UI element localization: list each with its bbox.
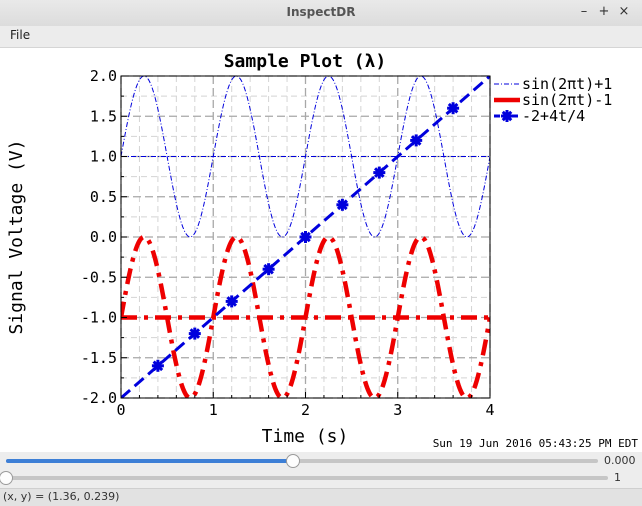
y-tick-label: -1.0 xyxy=(81,309,117,327)
time-slider-fill xyxy=(6,459,294,463)
series-linear-marker xyxy=(447,102,460,115)
y-tick-label: 1.0 xyxy=(90,148,117,166)
y-tick-label: 1.5 xyxy=(90,107,117,125)
y-tick-label: -2.0 xyxy=(81,389,117,407)
title-bar: InspectDR – + × xyxy=(0,0,642,27)
series-linear-marker xyxy=(151,359,164,372)
y-tick-label: -1.5 xyxy=(81,349,117,367)
y-axis-label: Signal Voltage (V) xyxy=(6,139,27,334)
legend-label: -2+4t/4 xyxy=(522,107,585,125)
y-tick-label: 2.0 xyxy=(90,67,117,85)
y-tick-label: -0.5 xyxy=(81,268,117,286)
series-linear-marker xyxy=(336,198,349,211)
time-slider-track[interactable] xyxy=(6,459,598,463)
x-tick-label: 0 xyxy=(116,401,125,419)
cursor-coordinates: (x, y) = (1.36, 0.239) xyxy=(3,490,120,503)
legend: sin(2πt)+1sin(2πt)-1-2+4t/4 xyxy=(494,75,612,125)
time-slider-handle[interactable] xyxy=(286,454,301,468)
menu-file[interactable]: File xyxy=(10,28,30,42)
x-tick-label: 3 xyxy=(393,401,402,419)
x-tick-label: 2 xyxy=(301,401,310,419)
series-linear-marker xyxy=(225,295,238,308)
x-tick-label: 4 xyxy=(485,401,494,419)
time-slider-value: 0.000 xyxy=(604,454,636,467)
scale-slider-handle[interactable] xyxy=(0,471,13,485)
series-linear-marker xyxy=(299,231,312,243)
series-linear-marker xyxy=(373,166,386,179)
legend-marker-linear xyxy=(501,110,513,122)
plot-timestamp: Sun 19 Jun 2016 05:43:25 PM EDT xyxy=(433,437,639,450)
maximize-button[interactable]: + xyxy=(595,3,613,21)
series-linear-marker xyxy=(188,327,201,340)
plot-area[interactable]: 0 1 2 3 4 -2.0 -1.5 -1.0 -0.5 0.0 0.5 1.0 1.5 2.0 Sam… xyxy=(0,48,642,453)
control-panel: 0.000 1 xyxy=(0,452,642,488)
x-axis-label: Time (s) xyxy=(262,426,349,447)
menu-bar: File xyxy=(0,26,642,48)
chart-title: Sample Plot (λ) xyxy=(224,51,387,72)
status-bar: (x, y) = (1.36, 0.239) xyxy=(0,488,642,506)
series-linear-marker xyxy=(410,134,423,147)
window-title: InspectDR xyxy=(286,5,356,19)
y-tick-label: 0.0 xyxy=(90,228,117,246)
chart[interactable]: 0 1 2 3 4 -2.0 -1.5 -1.0 -0.5 0.0 0.5 1.0 1.5 2.0 Sam… xyxy=(0,48,642,453)
close-button[interactable]: × xyxy=(615,3,633,21)
scale-slider-track[interactable] xyxy=(6,476,608,480)
series-linear-marker xyxy=(262,263,275,276)
x-tick-label: 1 xyxy=(209,401,218,419)
minimize-button[interactable]: – xyxy=(575,3,593,21)
y-tick-label: 0.5 xyxy=(90,188,117,206)
scale-slider-value: 1 xyxy=(614,471,621,484)
